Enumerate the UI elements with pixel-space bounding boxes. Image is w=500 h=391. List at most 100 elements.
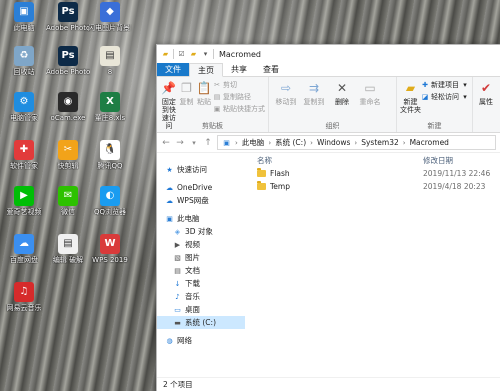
easy-access-button[interactable]: ◪ 轻松访问 ▾	[421, 92, 469, 102]
desktop-icon[interactable]: X 董庄8.xls	[88, 92, 132, 122]
desktop-icon[interactable]: ✂ 快剪辑	[46, 140, 90, 170]
column-header-modified[interactable]: 修改日期	[423, 155, 453, 166]
properties-button[interactable]: ✔ 属性	[476, 79, 496, 132]
netease-music-icon: ♫	[14, 282, 34, 302]
paste-shortcut-label: 粘贴快捷方式	[223, 105, 266, 113]
desktop-icon[interactable]: Ps Adobe Photosho...	[46, 2, 90, 32]
desktop-icon[interactable]: ✚ 软件管家	[2, 140, 46, 170]
chevron-down-icon: ▾	[463, 93, 467, 101]
checkmark-icon: ✔	[480, 81, 492, 95]
folder-icon[interactable]: ▰	[189, 50, 198, 59]
desktop-icon[interactable]: ⚙ 电脑管家	[2, 92, 46, 122]
scissors-icon: ✂	[214, 81, 220, 89]
new-folder-label: 新建 文件夹	[400, 98, 421, 114]
desktop-icon[interactable]: 🐧 腾讯QQ	[88, 140, 132, 170]
chevron-down-icon[interactable]: ▾	[201, 50, 210, 59]
desktop-icon[interactable]: ▤ 8	[88, 46, 132, 76]
photoshop-icon: Ps	[58, 2, 78, 22]
new-group-label: 新建	[427, 122, 442, 130]
desktop-icon[interactable]: ◉ oCam.exe	[46, 92, 90, 122]
desktop-icon-label: 网易云音乐	[6, 304, 42, 312]
breadcrumb-item[interactable]: Macromed	[410, 138, 449, 147]
column-header-name[interactable]: 名称	[257, 155, 423, 166]
tab-file[interactable]: 文件	[157, 63, 189, 76]
download-icon: ↓	[174, 279, 181, 288]
nav-item[interactable]: ▧ 图片	[157, 251, 245, 264]
breadcrumb-separator: ›	[402, 138, 406, 147]
new-group: ▰ 新建 文件夹 ✚ 新建项目 ▾ ◪ 轻松访问 ▾ 新建	[397, 77, 473, 132]
desktop-icon[interactable]: ✉ 微信	[46, 186, 90, 216]
desktop-icon-label: 软件管家	[10, 162, 38, 170]
paste-shortcut-button[interactable]: ▣ 粘贴快捷方式	[213, 104, 265, 114]
nav-item-label: 桌面	[185, 305, 200, 314]
cut-button[interactable]: ✂ 剪切	[213, 80, 265, 90]
desktop-icon[interactable]: W WPS 2019	[88, 234, 132, 264]
recent-locations-icon[interactable]: ▾	[189, 137, 199, 149]
desktop-icon-label: 闪电图片背景 软件	[88, 24, 132, 32]
desktop: ▣ 此电脑 Ps Adobe Photosho... ◆ 闪电图片背景 软件 ♻ 回收站 Ps A…	[0, 0, 160, 391]
breadcrumb-item[interactable]: 此电脑	[242, 137, 265, 148]
nav-item[interactable]: ☁ OneDrive	[157, 181, 245, 194]
breadcrumb-item[interactable]: System32	[361, 138, 399, 147]
nav-item[interactable]: ▬ 系统 (C:)	[157, 316, 245, 329]
paste-icon: 📋	[196, 81, 212, 95]
cut-label: 剪切	[223, 81, 238, 89]
desktop-icon[interactable]: ◆ 闪电图片背景 软件	[88, 2, 132, 32]
desktop-icon-label: 电脑管家	[10, 114, 38, 122]
computer-icon: ▣	[223, 138, 230, 147]
pc-manager-icon: ⚙	[14, 92, 34, 112]
separator	[173, 49, 174, 59]
breadcrumb-item[interactable]: 系统 (C:)	[275, 137, 306, 148]
breadcrumb-separator: ›	[235, 138, 238, 147]
copy-path-button[interactable]: ▤ 复制路径	[213, 92, 265, 102]
move-to-icon: ⇨	[280, 81, 292, 95]
back-icon[interactable]: ←	[161, 137, 171, 149]
desktop-icon[interactable]: Ps Adobe Photosho...	[46, 46, 90, 76]
copy-to-icon: ⇉	[308, 81, 320, 95]
nav-item[interactable]: ▣ 此电脑	[157, 212, 245, 225]
checkbox-icon[interactable]: ☑	[177, 50, 186, 59]
up-icon[interactable]: ↑	[203, 137, 213, 149]
tab-view[interactable]: 查看	[255, 63, 287, 76]
nav-item[interactable]: ◍ 网络	[157, 334, 245, 347]
breadcrumb-item[interactable]: Windows	[317, 138, 350, 147]
desktop-icon[interactable]: ▣ 此电脑	[2, 2, 46, 32]
3d-objects-icon: ◈	[174, 227, 181, 236]
desktop-icon[interactable]: ♻ 回收站	[2, 46, 46, 76]
recycle-bin-icon: ♻	[14, 46, 34, 66]
rename-icon: ▭	[364, 81, 376, 95]
nav-item-label: WPS网盘	[177, 196, 209, 205]
nav-item[interactable]: ▶ 视频	[157, 238, 245, 251]
desktop-icon[interactable]: ▶ 爱奇艺视频	[2, 186, 46, 216]
nav-item[interactable]: ★ 快速访问	[157, 163, 245, 176]
nav-item[interactable]: ♪ 音乐	[157, 290, 245, 303]
desktop-icon[interactable]: ♫ 网易云音乐	[2, 282, 46, 312]
file-name: Flash	[270, 169, 290, 178]
nav-item[interactable]: ▭ 桌面	[157, 303, 245, 316]
copy-path-icon: ▤	[213, 93, 221, 101]
navigation-pane: ★ 快速访问 ☁ OneDrive ☁ WPS网盘 ▣ 此电脑 ◈ 3D 对象 ▶ 视频 ▧ 图片 ▤ 文档 ↓…	[157, 153, 245, 377]
address-bar[interactable]: ▣ › 此电脑 › 系统 (C:) › Windows › System32 ›…	[217, 135, 496, 150]
nav-item[interactable]: ◈ 3D 对象	[157, 225, 245, 238]
file-modified-date: 2019/11/13 22:46	[423, 169, 491, 178]
easy-access-icon: ◪	[421, 93, 429, 101]
tab-home[interactable]: 主页	[189, 63, 223, 77]
paste-shortcut-icon: ▣	[213, 105, 221, 113]
ribbon: 📌 固定到快 速访问 ❐ 复制 📋 粘贴 ✂ 剪切 ▤ 复制路径 ▣ 粘贴快捷方…	[157, 77, 500, 133]
nav-item[interactable]: ▤ 文档	[157, 264, 245, 277]
desktop-icon[interactable]: ▤ 编辑 破解	[46, 234, 90, 264]
forward-icon[interactable]: →	[175, 137, 185, 149]
desktop-icon[interactable]: ◐ QQ浏览器	[88, 186, 132, 216]
desktop-icon-label: QQ浏览器	[93, 208, 127, 216]
file-row[interactable]: Temp 2019/4/18 20:23	[257, 180, 500, 193]
desktop-icon-label: oCam.exe	[50, 114, 86, 122]
breadcrumb-separator: ›	[354, 138, 358, 147]
tab-share[interactable]: 共享	[223, 63, 255, 76]
file-row[interactable]: Flash 2019/11/13 22:46	[257, 167, 500, 180]
nav-item[interactable]: ↓ 下载	[157, 277, 245, 290]
desktop-icon[interactable]: ☁ 百度网盘	[2, 234, 46, 264]
desktop-icon-label: WPS 2019	[92, 256, 128, 264]
new-item-button[interactable]: ✚ 新建项目 ▾	[421, 80, 469, 90]
desktop-icon-label: 百度网盘	[10, 256, 38, 264]
nav-item[interactable]: ☁ WPS网盘	[157, 194, 245, 207]
